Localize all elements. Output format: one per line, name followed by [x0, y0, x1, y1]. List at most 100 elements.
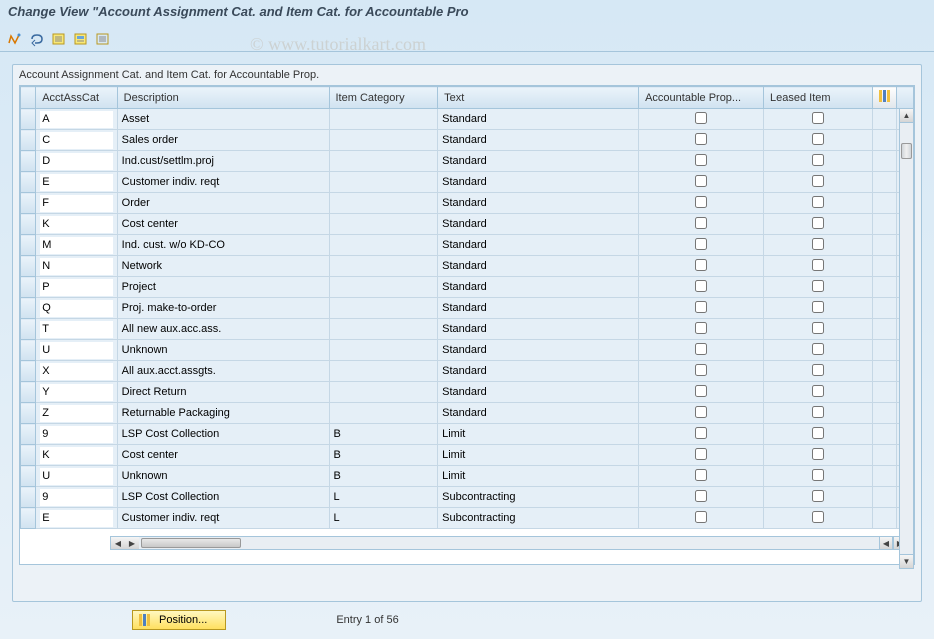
switch-mode-icon[interactable]: [6, 30, 24, 48]
configure-columns-button[interactable]: [872, 87, 896, 109]
select-all-icon[interactable]: [50, 30, 68, 48]
acct-input[interactable]: [40, 195, 112, 212]
col-header-accp[interactable]: Accountable Prop...: [639, 87, 764, 109]
row-selector[interactable]: [21, 403, 36, 424]
row-selector[interactable]: [21, 151, 36, 172]
row-selector[interactable]: [21, 235, 36, 256]
row-selector[interactable]: [21, 172, 36, 193]
accp-checkbox[interactable]: [695, 301, 707, 313]
hscroll-left-arrow[interactable]: ◀: [111, 537, 125, 549]
acct-input[interactable]: [40, 279, 112, 296]
row-selector[interactable]: [21, 445, 36, 466]
leased-checkbox[interactable]: [812, 259, 824, 271]
row-selector-header[interactable]: [21, 87, 36, 109]
row-selector[interactable]: [21, 361, 36, 382]
accp-checkbox[interactable]: [695, 364, 707, 376]
acct-input[interactable]: [40, 174, 112, 191]
accp-checkbox[interactable]: [695, 490, 707, 502]
accp-checkbox[interactable]: [695, 406, 707, 418]
acct-input[interactable]: [40, 342, 112, 359]
col-header-text[interactable]: Text: [438, 87, 639, 109]
acct-input[interactable]: [40, 216, 112, 233]
leased-checkbox[interactable]: [812, 427, 824, 439]
row-selector[interactable]: [21, 130, 36, 151]
leased-checkbox[interactable]: [812, 490, 824, 502]
acct-input[interactable]: [40, 300, 112, 317]
accp-checkbox[interactable]: [695, 448, 707, 460]
accp-checkbox[interactable]: [695, 133, 707, 145]
acct-input[interactable]: [40, 447, 112, 464]
row-selector[interactable]: [21, 319, 36, 340]
accp-checkbox[interactable]: [695, 196, 707, 208]
hscroll-thumb[interactable]: [141, 538, 241, 548]
leased-checkbox[interactable]: [812, 175, 824, 187]
leased-checkbox[interactable]: [812, 301, 824, 313]
row-selector[interactable]: [21, 340, 36, 361]
col-header-desc[interactable]: Description: [117, 87, 329, 109]
row-selector[interactable]: [21, 382, 36, 403]
leased-checkbox[interactable]: [812, 217, 824, 229]
accp-checkbox[interactable]: [695, 469, 707, 481]
leased-checkbox[interactable]: [812, 364, 824, 376]
accp-checkbox[interactable]: [695, 259, 707, 271]
leased-checkbox[interactable]: [812, 406, 824, 418]
leased-checkbox[interactable]: [812, 280, 824, 292]
accp-checkbox[interactable]: [695, 238, 707, 250]
leased-checkbox[interactable]: [812, 238, 824, 250]
accp-checkbox[interactable]: [695, 154, 707, 166]
leased-checkbox[interactable]: [812, 322, 824, 334]
row-selector[interactable]: [21, 193, 36, 214]
accp-checkbox[interactable]: [695, 427, 707, 439]
acct-input[interactable]: [40, 510, 112, 527]
acct-input[interactable]: [40, 321, 112, 338]
leased-checkbox[interactable]: [812, 133, 824, 145]
accp-checkbox[interactable]: [695, 217, 707, 229]
leased-checkbox[interactable]: [812, 196, 824, 208]
accp-checkbox[interactable]: [695, 175, 707, 187]
position-button[interactable]: Position...: [132, 610, 226, 630]
row-selector[interactable]: [21, 256, 36, 277]
accp-checkbox[interactable]: [695, 511, 707, 523]
col-header-leased[interactable]: Leased Item: [764, 87, 873, 109]
accp-checkbox[interactable]: [695, 343, 707, 355]
leased-checkbox[interactable]: [812, 112, 824, 124]
acct-input[interactable]: [40, 405, 112, 422]
accp-checkbox[interactable]: [695, 112, 707, 124]
leased-checkbox[interactable]: [812, 448, 824, 460]
vertical-scrollbar[interactable]: ▲ ▼: [899, 108, 914, 569]
accp-checkbox[interactable]: [695, 385, 707, 397]
row-selector[interactable]: [21, 109, 36, 130]
row-selector[interactable]: [21, 214, 36, 235]
acct-input[interactable]: [40, 384, 112, 401]
leased-checkbox[interactable]: [812, 154, 824, 166]
acct-input[interactable]: [40, 237, 112, 254]
acct-input[interactable]: [40, 111, 112, 128]
hscroll-right-arrow-1[interactable]: ◀: [879, 536, 893, 550]
col-header-itemcat[interactable]: Item Category: [329, 87, 438, 109]
row-selector[interactable]: [21, 298, 36, 319]
accp-checkbox[interactable]: [695, 280, 707, 292]
deselect-all-icon[interactable]: [94, 30, 112, 48]
acct-input[interactable]: [40, 468, 112, 485]
row-selector[interactable]: [21, 487, 36, 508]
acct-input[interactable]: [40, 363, 112, 380]
leased-checkbox[interactable]: [812, 511, 824, 523]
row-selector[interactable]: [21, 424, 36, 445]
horizontal-scrollbar[interactable]: ◀ ▶: [110, 536, 886, 550]
vscroll-up-arrow[interactable]: ▲: [900, 109, 913, 123]
col-header-acct[interactable]: AcctAssCat: [36, 87, 117, 109]
row-selector[interactable]: [21, 466, 36, 487]
accp-checkbox[interactable]: [695, 322, 707, 334]
vscroll-thumb[interactable]: [901, 143, 912, 159]
row-selector[interactable]: [21, 508, 36, 529]
row-selector[interactable]: [21, 277, 36, 298]
leased-checkbox[interactable]: [812, 343, 824, 355]
acct-input[interactable]: [40, 153, 112, 170]
vscroll-down-arrow[interactable]: ▼: [900, 554, 913, 568]
leased-checkbox[interactable]: [812, 469, 824, 481]
acct-input[interactable]: [40, 258, 112, 275]
hscroll-left-arrow-2[interactable]: ▶: [125, 537, 139, 549]
acct-input[interactable]: [40, 426, 112, 443]
select-block-icon[interactable]: [72, 30, 90, 48]
acct-input[interactable]: [40, 489, 112, 506]
